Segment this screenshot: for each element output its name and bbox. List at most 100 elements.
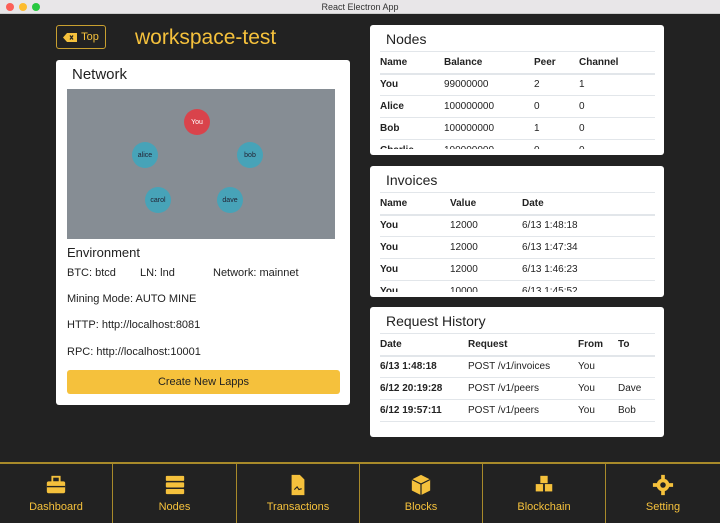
create-new-lapps-button[interactable]: Create New Lapps [67, 370, 340, 394]
column-header[interactable]: Channel [579, 51, 655, 75]
request-history-title: Request History [386, 313, 486, 329]
table-row[interactable]: You 12000 6/13 1:48:18 [380, 214, 655, 237]
column-header[interactable]: Value [450, 192, 522, 216]
column-header[interactable]: Name [380, 51, 444, 75]
request-history-table: Date Request From To 6/13 1:48:18 POST /v1/in… [380, 333, 655, 422]
network-card: Network You alice bob carol dave Environ… [56, 60, 350, 405]
gear-icon [652, 474, 674, 496]
table-row[interactable]: You 10000 6/13 1:45:52 [380, 280, 655, 292]
close-window-button[interactable] [6, 3, 14, 11]
table-cell: You [380, 73, 444, 96]
network-title: Network [72, 66, 128, 83]
column-header[interactable]: Name [380, 192, 450, 216]
mining-mode: Mining Mode: AUTO MINE [67, 293, 197, 305]
cube-icon [411, 474, 431, 496]
graph-node-bob[interactable]: bob [237, 142, 263, 168]
table-cell: 0 [534, 95, 579, 118]
table-cell: 10000 [450, 280, 522, 292]
table-cell: 0 [579, 139, 655, 149]
table-cell: 12000 [450, 258, 522, 281]
nav-tab-setting[interactable]: Setting [606, 464, 720, 523]
graph-node-alice[interactable]: alice [132, 142, 158, 168]
table-cell: 99000000 [444, 73, 534, 96]
table-cell: You [380, 214, 450, 237]
nav-tab-nodes[interactable]: Nodes [113, 464, 237, 523]
table-row[interactable]: 6/12 20:19:28 POST /v1/peers You Dave [380, 377, 655, 400]
table-cell: 6/13 1:45:52 [522, 280, 655, 292]
graph-node-carol[interactable]: carol [145, 187, 171, 213]
workspace-title: workspace-test [135, 26, 277, 49]
window-title: React Electron App [321, 2, 399, 12]
table-cell: 6/13 1:48:18 [522, 214, 655, 237]
column-header[interactable]: From [578, 333, 618, 357]
table-cell: 100000000 [444, 139, 534, 149]
table-cell: 0 [579, 117, 655, 140]
table-cell: Bob [380, 117, 444, 140]
nav-tab-blocks[interactable]: Blocks [360, 464, 483, 523]
table-cell: You [578, 355, 618, 378]
ln-info: LN: lnd [140, 267, 175, 279]
network-graph[interactable]: You alice bob carol dave [67, 89, 335, 239]
column-header[interactable]: Request [468, 333, 578, 357]
table-cell: 6/12 20:19:28 [380, 377, 468, 400]
column-header[interactable]: Balance [444, 51, 534, 75]
table-cell: 12000 [450, 214, 522, 237]
btc-info: BTC: btcd [67, 267, 116, 279]
request-history-card: Request History Date Request From To 6/13 1:… [370, 307, 664, 437]
nav-tab-transactions[interactable]: Transactions [237, 464, 360, 523]
table-row[interactable]: You 12000 6/13 1:47:34 [380, 236, 655, 259]
nodes-table: Name Balance Peer Channel You 99000000 2 1 Alice… [380, 51, 655, 149]
table-cell: 2 [534, 73, 579, 96]
nav-tab-label: Dashboard [29, 501, 83, 513]
top-button[interactable]: Top [56, 25, 106, 49]
nav-tab-label: Transactions [266, 501, 330, 513]
network-info: Network: mainnet [213, 267, 299, 279]
table-cell: Charlie [380, 139, 444, 149]
bottom-nav: Dashboard Nodes Transactions Blocks Blockcha… [0, 462, 720, 523]
table-cell: 6/12 19:57:11 [380, 399, 468, 422]
table-cell: POST /v1/peers [468, 377, 578, 400]
table-row[interactable]: Bob 100000000 1 0 [380, 117, 655, 140]
table-row[interactable]: 6/13 1:48:18 POST /v1/invoices You [380, 355, 655, 378]
invoices-card: Invoices Name Value Date You 12000 6/13 1:48:… [370, 166, 664, 297]
column-header[interactable]: Peer [534, 51, 579, 75]
column-header[interactable]: Date [522, 192, 655, 216]
column-header[interactable]: Date [380, 333, 468, 357]
title-bar: React Electron App [0, 0, 720, 14]
table-cell: You [578, 399, 618, 422]
table-cell: 1 [579, 73, 655, 96]
table-cell: 12000 [450, 236, 522, 259]
toolbox-icon [46, 475, 66, 494]
table-row[interactable]: You 12000 6/13 1:46:23 [380, 258, 655, 281]
table-cell: 0 [534, 139, 579, 149]
table-row[interactable]: Charlie10000000000 [380, 139, 655, 149]
column-header[interactable]: To [618, 333, 655, 357]
table-row[interactable]: Alice 100000000 0 0 [380, 95, 655, 118]
maximize-window-button[interactable] [32, 3, 40, 11]
nav-tab-blockchain[interactable]: Blockchain [483, 464, 606, 523]
table-cell: 100000000 [444, 117, 534, 140]
graph-node-you[interactable]: You [184, 109, 210, 135]
table-cell: 100000000 [444, 95, 534, 118]
invoices-title: Invoices [386, 172, 438, 188]
nav-tab-dashboard[interactable]: Dashboard [0, 464, 113, 523]
backspace-icon [63, 32, 78, 42]
table-header-row: Name Balance Peer Channel [380, 51, 655, 75]
server-icon [165, 475, 184, 495]
minimize-window-button[interactable] [19, 3, 27, 11]
nodes-card: Nodes Name Balance Peer Channel You 99000000 2… [370, 25, 664, 155]
http-endpoint: HTTP: http://localhost:8081 [67, 319, 201, 331]
nav-tab-label: Blockchain [517, 501, 571, 513]
table-cell: You [380, 236, 450, 259]
table-cell: Dave [618, 377, 655, 400]
table-cell: Alice [380, 95, 444, 118]
nodes-title: Nodes [386, 31, 427, 47]
table-row[interactable]: You 99000000 2 1 [380, 73, 655, 96]
table-header-row: Date Request From To [380, 333, 655, 357]
graph-node-dave[interactable]: dave [217, 187, 243, 213]
cubes-icon [535, 475, 553, 492]
table-cell: 6/13 1:48:18 [380, 355, 468, 378]
top-label: Top [81, 31, 99, 43]
table-row[interactable]: 6/12 19:57:11 POST /v1/peers You Bob [380, 399, 655, 422]
table-cell [618, 355, 655, 378]
